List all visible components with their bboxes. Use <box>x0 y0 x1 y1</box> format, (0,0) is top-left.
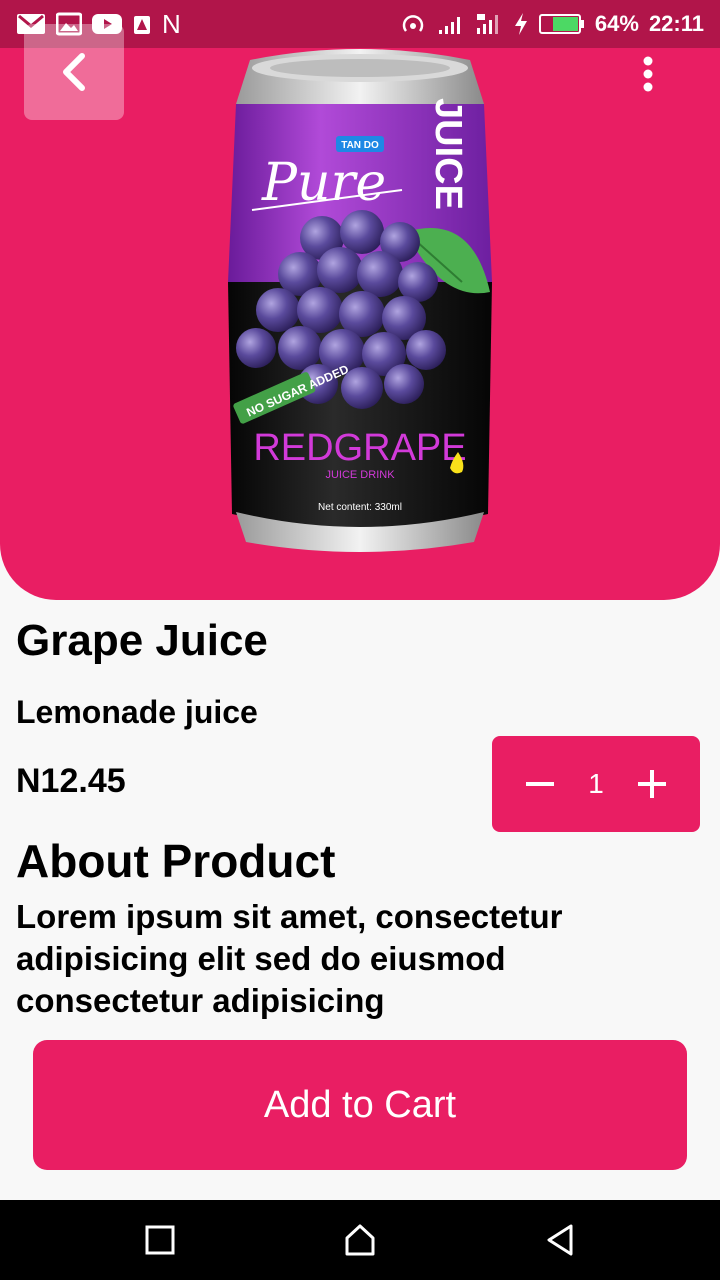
about-heading: About Product <box>16 835 336 887</box>
notification-icon <box>132 12 152 36</box>
home-button[interactable] <box>340 1220 380 1260</box>
back-nav-button[interactable] <box>540 1220 580 1260</box>
minus-icon <box>526 782 554 786</box>
decrease-quantity-button[interactable] <box>520 764 560 804</box>
svg-text:TAN DO: TAN DO <box>341 140 379 151</box>
svg-text:Net content: 330ml: Net content: 330ml <box>318 502 402 513</box>
data-signal-icon <box>475 12 503 36</box>
quantity-stepper: 1 <box>492 736 700 832</box>
recents-square-icon <box>145 1225 175 1255</box>
product-price: N12.45 <box>16 762 126 800</box>
more-options-button[interactable] <box>624 50 672 98</box>
recents-button[interactable] <box>140 1220 180 1260</box>
battery-percent: 64% <box>594 11 639 36</box>
back-triangle-icon <box>547 1224 573 1256</box>
back-button[interactable] <box>24 24 124 120</box>
clock: 22:11 <box>648 11 704 36</box>
about-description: Lorem ipsum sit amet, consectetur adipis… <box>16 898 563 1019</box>
add-to-cart-button[interactable]: Add to Cart <box>33 1040 687 1170</box>
more-vertical-icon <box>643 56 653 92</box>
svg-text:JUICE: JUICE <box>427 98 469 210</box>
svg-text:Pure: Pure <box>261 153 386 213</box>
battery-icon <box>538 12 585 36</box>
status-bar-right: 64% 22:11 <box>399 11 704 37</box>
charging-icon <box>513 12 529 36</box>
product-image: TAN DO Pure JUICE NO SUGAR ADDED REDGRAP… <box>228 49 492 552</box>
chevron-left-icon <box>63 53 85 91</box>
plus-icon <box>637 770 666 798</box>
quantity-value: 1 <box>588 768 604 799</box>
hotspot-icon <box>399 12 427 36</box>
navigation-bar <box>0 1200 720 1280</box>
increase-quantity-button[interactable] <box>632 764 672 804</box>
product-category: Lemonade juice <box>16 694 258 730</box>
svg-text:REDGRAPE: REDGRAPE <box>253 427 466 469</box>
svg-text:JUICE DRINK: JUICE DRINK <box>325 469 395 481</box>
carrier-glyph: N <box>162 8 181 39</box>
signal-icon <box>437 12 465 36</box>
home-icon <box>345 1224 375 1256</box>
product-title: Grape Juice <box>16 616 268 665</box>
